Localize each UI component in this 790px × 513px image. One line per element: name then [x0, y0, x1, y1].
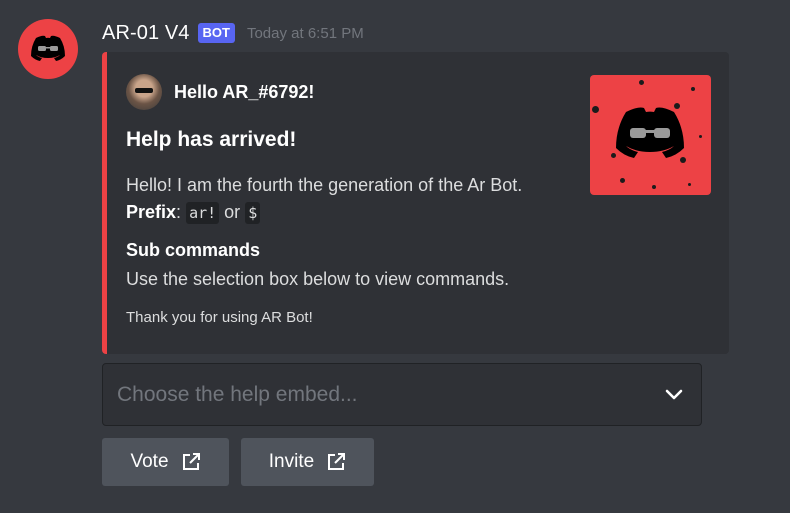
discord-logo-sunglasses-icon — [31, 35, 65, 61]
timestamp[interactable]: Today at 6:51 PM — [247, 25, 364, 42]
username[interactable]: AR-01 V4 — [102, 22, 190, 45]
prefix-separator: : — [176, 202, 182, 222]
vote-button-label: Vote — [130, 451, 169, 472]
external-link-icon — [326, 452, 346, 472]
invite-button-label: Invite — [268, 451, 315, 472]
author-name: Hello AR_#6792! — [174, 81, 315, 102]
field-value: Use the selection box below to view comm… — [126, 269, 510, 289]
help-embed: Hello AR_#6792! Help has arrived! Hello!… — [102, 52, 729, 354]
help-select-menu[interactable]: Choose the help embed... — [102, 363, 702, 426]
vote-button[interactable]: Vote — [102, 438, 229, 486]
author-avatar — [126, 74, 162, 110]
chevron-down-icon — [665, 389, 683, 399]
prefix-or: or — [224, 202, 241, 222]
embed-author: Hello AR_#6792! — [126, 74, 314, 110]
invite-button[interactable]: Invite — [241, 438, 374, 486]
prefix-code-1: ar! — [186, 202, 220, 224]
prefix-code-2: $ — [245, 202, 261, 224]
bot-badge: BOT — [197, 23, 235, 43]
embed-thumbnail[interactable] — [590, 75, 711, 195]
embed-footer: Thank you for using AR Bot! — [126, 309, 313, 326]
embed-title: Help has arrived! — [126, 128, 297, 151]
field-name: Sub commands — [126, 240, 261, 260]
message-header: AR-01 V4 BOT Today at 6:51 PM — [102, 18, 364, 48]
prefix-label: Prefix — [126, 202, 177, 222]
discord-logo-sunglasses-icon — [616, 107, 684, 158]
prefix-line: Prefix: ar! or $ — [126, 199, 522, 227]
bot-avatar[interactable] — [18, 19, 78, 79]
select-placeholder: Choose the help embed... — [117, 382, 358, 406]
external-link-icon — [181, 452, 201, 472]
embed-description: Hello! I am the fourth the generation of… — [126, 172, 522, 227]
description-line: Hello! I am the fourth the generation of… — [126, 175, 523, 195]
